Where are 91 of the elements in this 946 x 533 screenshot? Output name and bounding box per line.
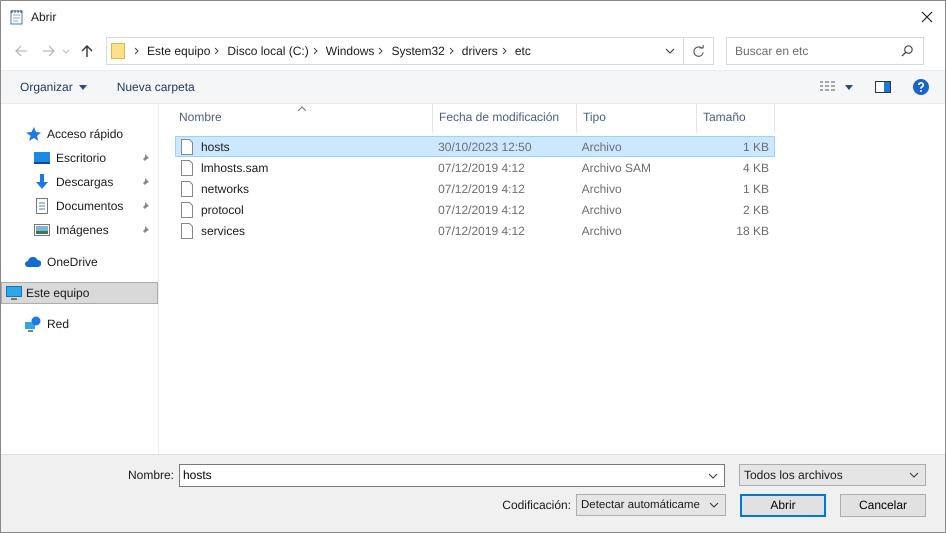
sidebar-item[interactable]: Acceso rápido (1, 122, 158, 146)
file-icon (181, 202, 193, 218)
chevron-right-icon[interactable] (378, 47, 384, 55)
up-arrow-icon[interactable] (80, 44, 94, 58)
size-cell-text: 18 KB (735, 224, 770, 238)
breadcrumb[interactable]: etc (514, 44, 531, 58)
chevron-right-icon[interactable] (448, 47, 455, 55)
download-arrow-icon (34, 174, 50, 190)
size-cell-text: 1 KB (742, 182, 770, 196)
network-icon (25, 316, 41, 332)
caret-icon (78, 84, 87, 90)
encoding-dropdown[interactable]: Detectar automáticame (576, 494, 726, 516)
computer-icon (6, 285, 22, 301)
cancel-button[interactable]: Cancelar (840, 494, 926, 516)
type-cell-text: Archivo (580, 202, 623, 216)
sidebar-item[interactable]: Imágenes (1, 218, 158, 242)
file-icon (181, 138, 193, 154)
file-row[interactable]: hosts 30/10/2023 12:50 Archivo 1 KB (175, 136, 775, 157)
column-header[interactable]: Nombre (173, 104, 433, 133)
sidebar-item[interactable]: Este equipo (1, 282, 158, 304)
date-cell-text: 07/12/2019 4:12 (437, 182, 526, 196)
breadcrumb[interactable]: Windows (326, 44, 374, 58)
file-name-label: Nombre: (128, 468, 174, 482)
column-header[interactable]: Tipo (577, 104, 697, 133)
notepad-icon (9, 8, 25, 24)
help-icon[interactable] (913, 79, 929, 95)
file-icon (181, 222, 193, 238)
refresh-icon (692, 44, 705, 58)
file-row[interactable]: networks 07/12/2019 4:12 Archivo 1 KB (175, 178, 775, 199)
breadcrumb[interactable]: drivers (462, 44, 498, 58)
size-cell-text: 1 KB (742, 140, 770, 154)
address-bar[interactable]: Este equipo Disco local (C:) Windows System32 drivers etc (106, 37, 684, 65)
column-header[interactable]: Fecha de modificación (433, 104, 577, 133)
window-title: Abrir (31, 10, 56, 24)
open-button[interactable]: Abrir (740, 494, 826, 516)
chevron-down-icon (909, 471, 919, 479)
preview-pane-icon[interactable] (875, 81, 891, 93)
chevron-down-icon (709, 501, 719, 509)
type-cell-text: Archivo (580, 224, 623, 238)
file-row[interactable]: lmhosts.sam 07/12/2019 4:12 Archivo SAM 4 KB (175, 157, 775, 178)
file-name: services (201, 224, 246, 238)
star-icon (25, 126, 41, 142)
caret-icon[interactable] (845, 84, 853, 90)
date-cell-text: 30/10/2023 12:50 (437, 140, 533, 154)
type-cell-text: Archivo (580, 182, 623, 196)
file-row[interactable]: services 07/12/2019 4:12 Archivo 18 KB (175, 220, 775, 241)
date-cell-text: 07/12/2019 4:12 (437, 224, 526, 238)
file-name: lmhosts.sam (201, 160, 268, 174)
view-options-icon[interactable] (820, 81, 836, 93)
breadcrumb[interactable]: System32 (391, 44, 445, 58)
chevron-right-icon[interactable] (502, 47, 508, 55)
chevron-right-icon[interactable] (312, 47, 319, 55)
chevron-right-icon[interactable] (214, 47, 220, 55)
file-name: hosts (201, 140, 230, 154)
file-name: protocol (201, 202, 244, 216)
type-cell-text: Archivo SAM (580, 160, 652, 174)
size-cell-text: 2 KB (742, 202, 770, 216)
breadcrumb[interactable]: Este equipo (147, 44, 210, 58)
size-cell-text: 4 KB (742, 160, 770, 174)
desktop-icon (34, 150, 50, 166)
sidebar-item[interactable]: Documentos (1, 194, 158, 218)
file-name-field[interactable]: hosts (179, 464, 725, 486)
document-icon (34, 198, 50, 214)
chevron-down-icon[interactable] (665, 47, 675, 55)
file-type-dropdown[interactable]: Todos los archivos (739, 464, 926, 486)
folder-icon (111, 43, 125, 59)
file-icon (181, 160, 193, 176)
sidebar-item[interactable]: Escritorio (1, 146, 158, 170)
search-icon (901, 44, 914, 57)
date-cell-text: 07/12/2019 4:12 (437, 202, 526, 216)
file-icon (181, 180, 193, 196)
sort-caret-icon (298, 106, 306, 111)
organize-menu-button[interactable]: Organizar (11, 76, 96, 98)
file-name: networks (201, 182, 250, 196)
sidebar-item[interactable]: OneDrive (1, 250, 158, 274)
breadcrumb[interactable]: Disco local (C:) (227, 44, 309, 58)
column-header[interactable]: Tamaño (697, 104, 775, 133)
sidebar-item[interactable]: Red (1, 312, 158, 336)
pictures-icon (34, 222, 50, 238)
date-cell-text: 07/12/2019 4:12 (437, 160, 526, 174)
refresh-button[interactable] (684, 37, 714, 65)
chevron-down-icon[interactable] (708, 472, 718, 480)
new-folder-button[interactable]: Nueva carpeta (108, 76, 204, 98)
sidebar-item[interactable]: Descargas (1, 170, 158, 194)
file-row[interactable]: protocol 07/12/2019 4:12 Archivo 2 KB (175, 199, 775, 220)
search-field[interactable]: Buscar en etc (726, 37, 924, 65)
close-icon[interactable] (921, 10, 933, 22)
chevron-right-icon[interactable] (134, 47, 140, 55)
type-cell-text: Archivo (580, 140, 623, 154)
encoding-label: Codificación: (502, 498, 571, 512)
cloud-icon (25, 254, 41, 270)
